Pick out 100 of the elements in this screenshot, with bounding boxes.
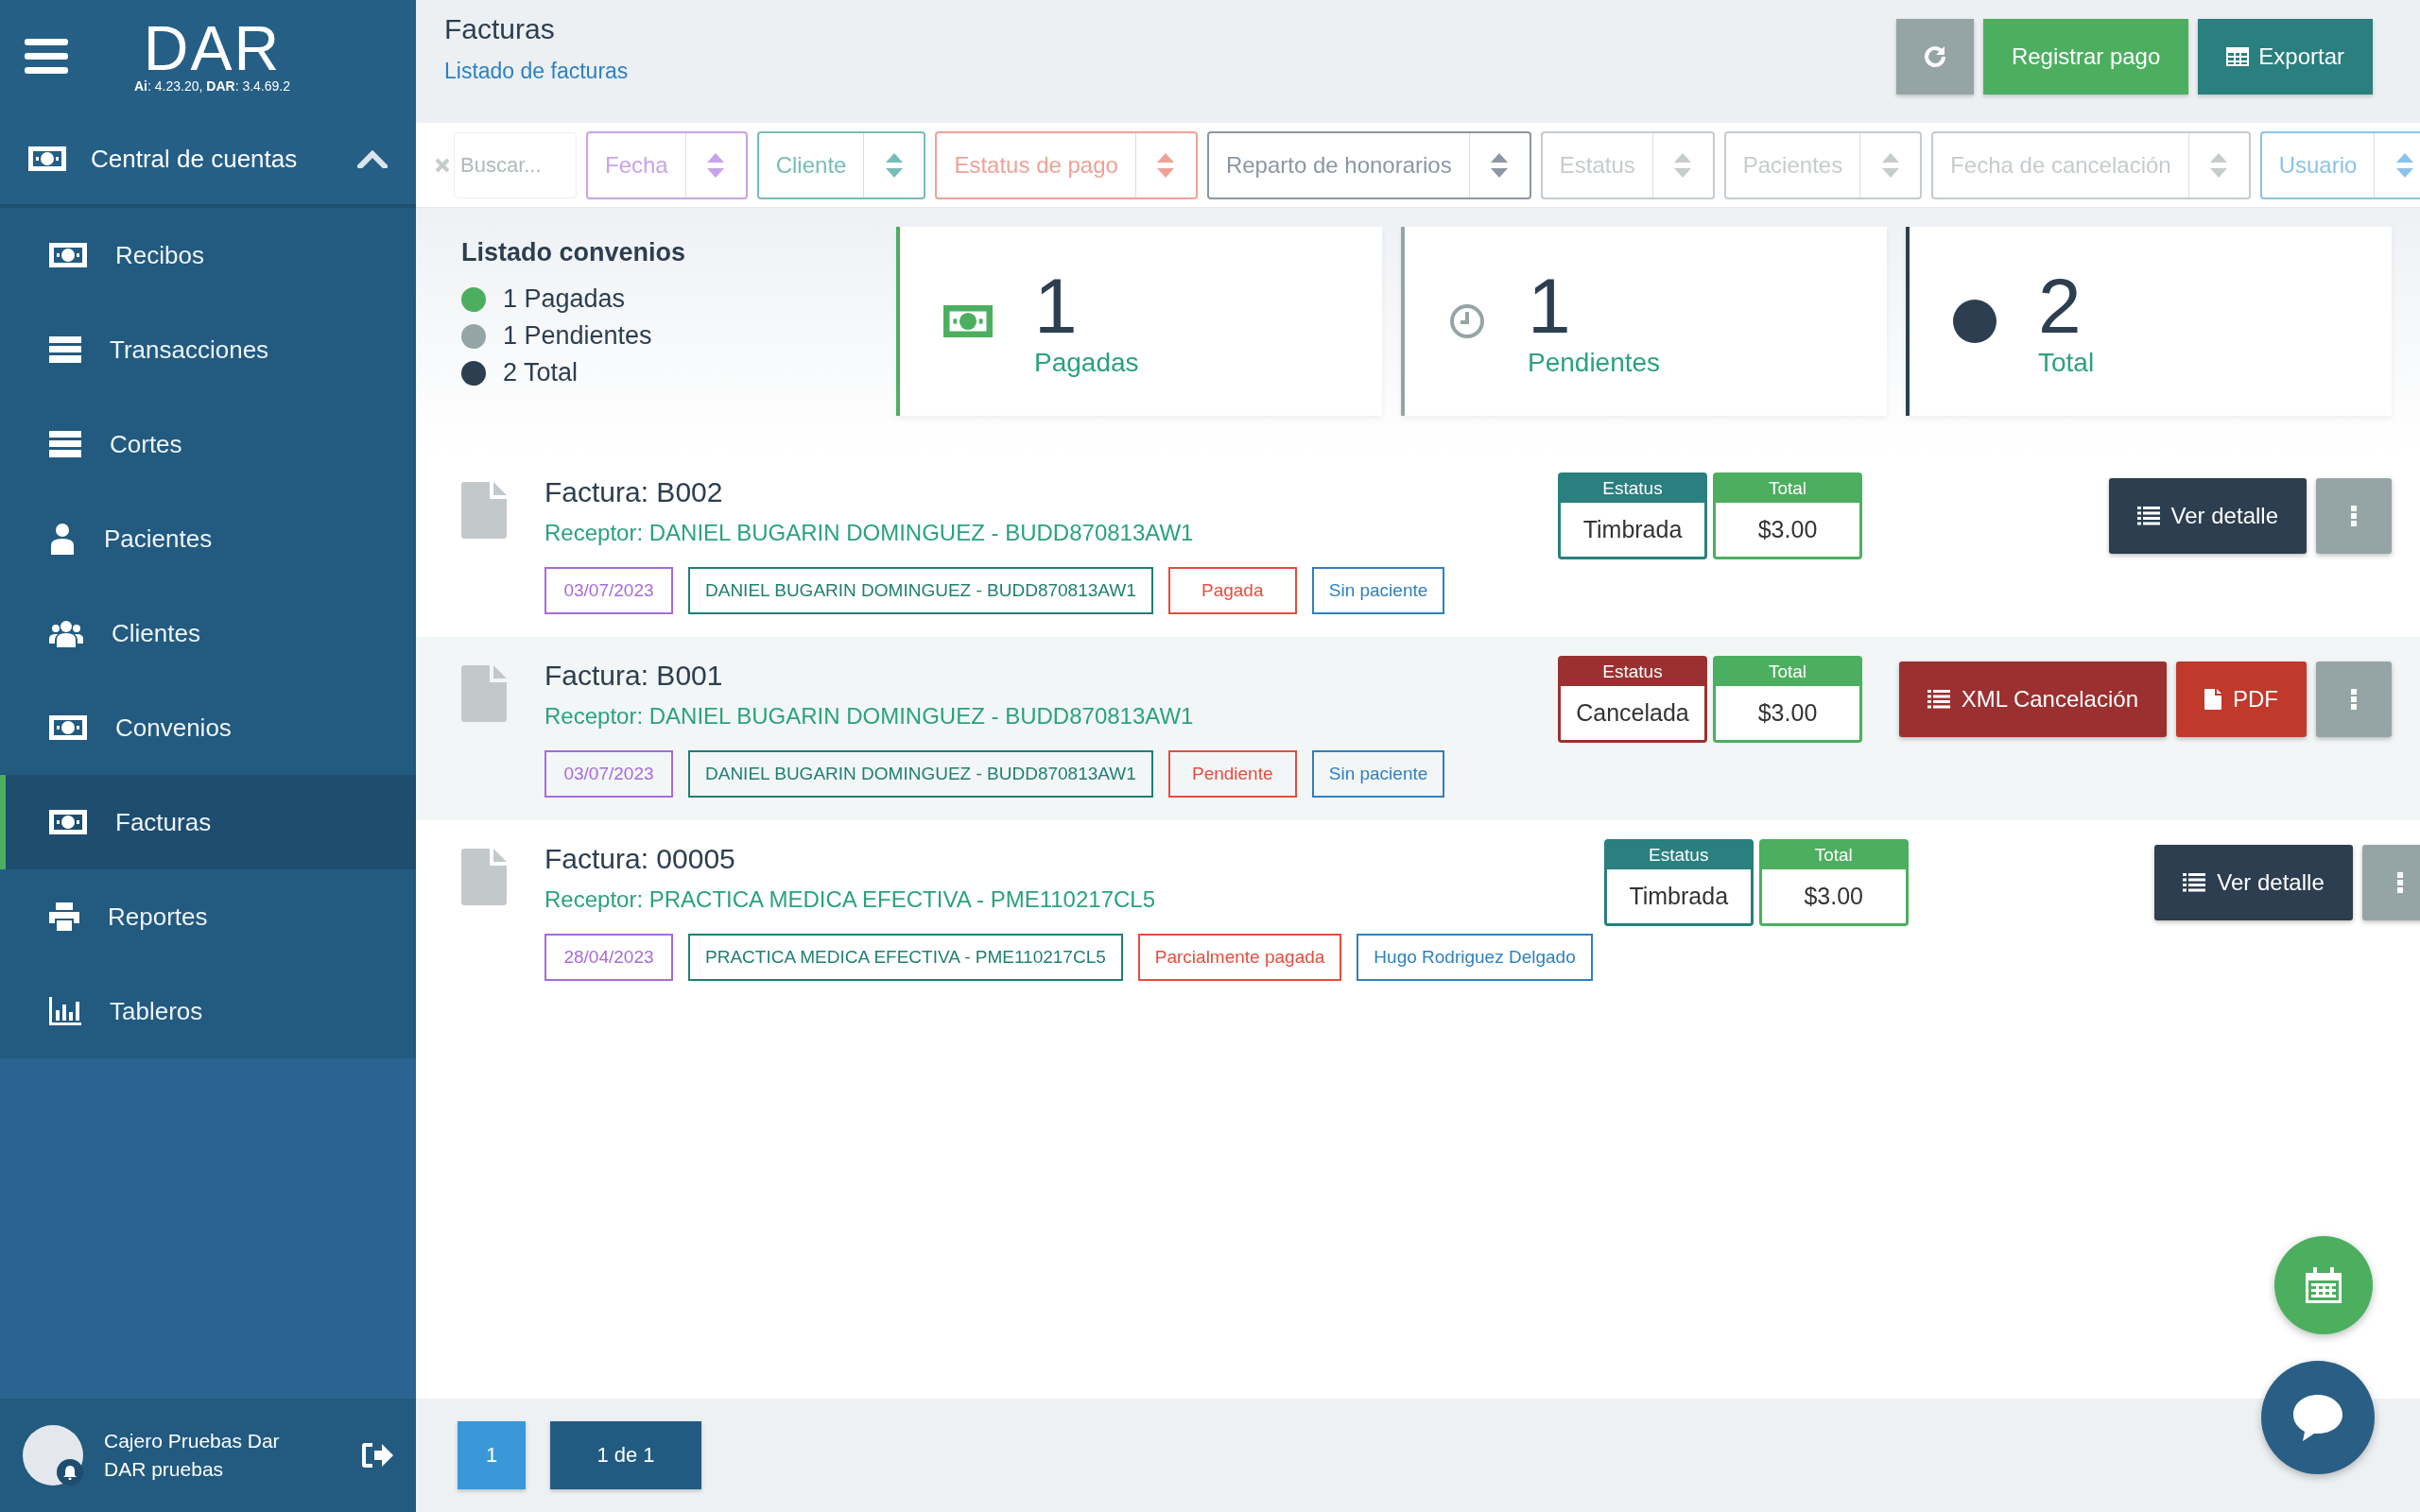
clock-icon bbox=[1448, 302, 1486, 340]
page-count-button[interactable]: 1 de 1 bbox=[550, 1421, 701, 1489]
sidebar-item[interactable]: Cortes bbox=[0, 397, 416, 491]
sort-arrows-icon bbox=[2210, 152, 2228, 178]
status-label: Estatus bbox=[1606, 842, 1751, 869]
version-text: Ai: 4.23.20, DAR: 3.4.69.2 bbox=[134, 78, 290, 94]
invoice-tag: Hugo Rodriguez Delgado bbox=[1357, 934, 1593, 981]
person-icon bbox=[49, 523, 76, 555]
bar-chart-icon bbox=[49, 997, 81, 1025]
sidebar-item[interactable]: Recibos bbox=[0, 208, 416, 302]
view-detail-button[interactable]: Ver detalle bbox=[2108, 478, 2307, 554]
status-label: Estatus bbox=[1561, 659, 1704, 686]
card-count: 1 bbox=[1034, 265, 1079, 348]
page-subtitle: Listado de facturas bbox=[444, 59, 630, 84]
invoice-title: Factura: B002 bbox=[544, 476, 724, 508]
legend-title: Listado convenios bbox=[461, 238, 687, 267]
calendar-icon bbox=[2306, 1267, 2342, 1303]
sort-arrows-icon bbox=[1881, 152, 1899, 178]
sort-arrows-icon bbox=[707, 152, 725, 178]
invoice-receptor: Receptor: DANIEL BUGARIN DOMINGUEZ - BUDD870813AW1 bbox=[544, 703, 1195, 730]
xml-cancel-button[interactable]: XML Cancelación bbox=[1898, 662, 2167, 737]
document-icon bbox=[461, 849, 507, 905]
sidebar-item[interactable]: Reportes bbox=[0, 869, 416, 964]
legend-text: 2 Total bbox=[503, 358, 579, 387]
vertical-dots-icon bbox=[2396, 872, 2403, 893]
total-label: Total bbox=[1761, 842, 1906, 869]
banknote-icon bbox=[943, 305, 993, 337]
chat-bubble-icon bbox=[2291, 1393, 2344, 1442]
invoice-title: Factura: 00005 bbox=[544, 843, 736, 875]
chevron-up-icon bbox=[357, 149, 388, 168]
invoice-tag: Sin paciente bbox=[1311, 567, 1445, 614]
chat-button[interactable] bbox=[2261, 1361, 2375, 1474]
banknote-icon bbox=[49, 243, 87, 267]
status-value: Cancelada bbox=[1575, 698, 1690, 728]
invoice-receptor: Receptor: DANIEL BUGARIN DOMINGUEZ - BUDD870813AW1 bbox=[544, 520, 1195, 546]
sidebar-item[interactable]: Tableros bbox=[0, 964, 416, 1058]
total-label: Total bbox=[1716, 475, 1859, 503]
sidebar-item[interactable]: Pacientes bbox=[0, 491, 416, 586]
invoice-tag: Pendiente bbox=[1167, 750, 1297, 798]
more-options-button[interactable] bbox=[2361, 845, 2420, 920]
document-icon bbox=[461, 482, 507, 539]
invoice-tag: 28/04/2023 bbox=[544, 934, 673, 981]
card-label: Total bbox=[2038, 348, 2095, 378]
refresh-button[interactable] bbox=[1895, 19, 1974, 94]
search-field[interactable]: Buscar... bbox=[454, 131, 577, 198]
card-label: Pendientes bbox=[1528, 348, 1661, 378]
menu-icon bbox=[25, 39, 68, 75]
status-value: Timbrada bbox=[1582, 515, 1684, 544]
file-icon bbox=[2204, 689, 2221, 710]
status-label: Estatus bbox=[1561, 475, 1704, 503]
total-value: $3.00 bbox=[1756, 515, 1819, 544]
invoice-tag: DANIEL BUGARIN DOMINGUEZ - BUDD870813AW1 bbox=[688, 567, 1153, 614]
printer-icon bbox=[49, 902, 79, 931]
document-icon bbox=[461, 665, 507, 722]
sidebar-item[interactable]: Facturas bbox=[0, 775, 416, 869]
legend-text: 1 Pendientes bbox=[503, 321, 652, 351]
invoice-tag: Parcialmente pagada bbox=[1137, 934, 1342, 981]
status-value: Timbrada bbox=[1628, 882, 1730, 911]
banknote-icon bbox=[28, 146, 66, 171]
sort-arrows-icon bbox=[1674, 152, 1692, 178]
banknote-icon bbox=[49, 810, 87, 834]
logout-icon bbox=[361, 1441, 393, 1469]
view-detail-button[interactable]: Ver detalle bbox=[2154, 845, 2353, 920]
invoice-tag: PRACTICA MEDICA EFECTIVA - PME110217CL5 bbox=[688, 934, 1123, 981]
legend-text: 1 Pagadas bbox=[503, 284, 626, 314]
filled-circle-icon bbox=[1953, 300, 1996, 343]
card-label: Pagadas bbox=[1034, 348, 1139, 378]
user-role: DAR pruebas bbox=[104, 1458, 225, 1481]
page-title: Facturas bbox=[444, 13, 556, 45]
banknote-icon bbox=[49, 715, 87, 740]
invoice-tag: 03/07/2023 bbox=[544, 750, 673, 798]
refresh-icon bbox=[1922, 44, 1947, 69]
total-label: Total bbox=[1716, 659, 1859, 686]
sidebar-item[interactable]: Transacciones bbox=[0, 302, 416, 397]
sidebar-item[interactable]: Convenios bbox=[0, 680, 416, 775]
list-icon bbox=[2183, 873, 2206, 892]
sort-arrows-icon bbox=[1491, 152, 1509, 178]
sidebar-section-header[interactable]: Central de cuentas bbox=[0, 113, 416, 208]
card-count: 1 bbox=[1528, 265, 1572, 348]
card-count: 2 bbox=[2038, 265, 2083, 348]
people-icon bbox=[49, 619, 83, 647]
stacked-cards-icon bbox=[49, 431, 81, 457]
sort-arrows-icon bbox=[1157, 152, 1175, 178]
invoice-tag: Sin paciente bbox=[1311, 750, 1445, 798]
sidebar-item[interactable]: Clientes bbox=[0, 586, 416, 680]
invoice-tag: DANIEL BUGARIN DOMINGUEZ - BUDD870813AW1 bbox=[688, 750, 1153, 798]
table-icon bbox=[2226, 47, 2250, 66]
invoice-tag: 03/07/2023 bbox=[544, 567, 673, 614]
calendar-button[interactable] bbox=[2274, 1236, 2373, 1334]
user-name: Cajero Pruebas Dar bbox=[104, 1430, 281, 1452]
vertical-dots-icon bbox=[2351, 506, 2357, 526]
vertical-dots-icon bbox=[2351, 689, 2357, 710]
export-button[interactable]: Exportar bbox=[2198, 19, 2373, 94]
total-value: $3.00 bbox=[1803, 882, 1864, 911]
invoice-receptor: Receptor: PRACTICA MEDICA EFECTIVA - PME110217CL5 bbox=[544, 886, 1156, 913]
invoice-tag: Pagada bbox=[1167, 567, 1297, 614]
list-icon bbox=[2136, 507, 2160, 525]
brand-logo-text: DAR bbox=[143, 20, 282, 77]
pdf-button[interactable]: PDF bbox=[2176, 662, 2307, 737]
sort-arrows-icon bbox=[2395, 152, 2413, 178]
